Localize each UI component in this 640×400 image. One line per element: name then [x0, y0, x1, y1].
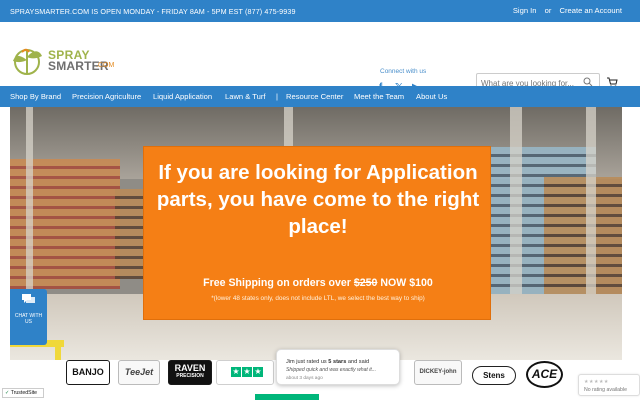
brand-logo-ace[interactable]: ACE [526, 361, 563, 388]
trustpilot-star-icon: ★ [231, 367, 241, 377]
review-notification-title: Jim just rated us 5 stars and said [286, 359, 396, 365]
nav-lawn-turf[interactable]: Lawn & Turf [225, 92, 266, 101]
trustpilot-star-icon: ★ [242, 367, 252, 377]
sign-in-link[interactable]: Sign In [513, 6, 537, 15]
top-announcement-bar: SPRAYSMARTER.COM IS OPEN MONDAY - FRIDAY… [0, 0, 640, 22]
far-right-shelving-rack [544, 177, 622, 309]
trustedsite-check-icon: ✓ [5, 390, 10, 396]
chat-icon [22, 294, 35, 303]
trustedsite-label: TrustedSite [10, 390, 38, 396]
brand-logo-raven[interactable]: RAVEN PRECISION [168, 360, 212, 385]
main-navigation: Shop By Brand Precision Agriculture Liqu… [0, 86, 640, 107]
or-text: or [544, 6, 552, 15]
brand-logo-stens[interactable]: Stens [472, 366, 516, 385]
account-links: Sign In or Create an Account [507, 6, 622, 15]
sprout-logo-icon [13, 48, 42, 75]
hero-message-panel: If you are looking for Application parts… [143, 146, 491, 320]
nav-precision-agriculture[interactable]: Precision Agriculture [72, 92, 141, 101]
raven-title: RAVEN [174, 363, 206, 373]
brand-logo-teejet[interactable]: TeeJet [118, 360, 160, 385]
old-shipping-threshold: $250 [353, 277, 378, 289]
nav-about-us[interactable]: About Us [416, 92, 447, 101]
hero-headline: If you are looking for Application parts… [156, 161, 480, 238]
create-account-link[interactable]: Create an Account [560, 6, 622, 15]
review-notification-popup[interactable]: Jim just rated us 5 stars and said Shipp… [276, 349, 400, 385]
trustedsite-badge[interactable]: ✓ TrustedSite [2, 388, 44, 398]
free-shipping-message: Free Shipping on orders over $250 NOW $1… [151, 277, 485, 289]
brand-logo-dickey-john[interactable]: DICKEY-john [414, 360, 462, 385]
raven-subtitle: PRECISION [176, 373, 204, 379]
trustpilot-star-icon: ★ [253, 367, 263, 377]
connect-with-us-label: Connect with us [380, 68, 427, 75]
rating-status: No rating available [584, 387, 627, 393]
spraysmarter-logo[interactable]: SPRAY SMARTER .COM [10, 44, 122, 78]
shipping-prefix: Free Shipping on orders over [203, 277, 351, 289]
store-hours-announcement: SPRAYSMARTER.COM IS OPEN MONDAY - FRIDAY… [10, 7, 296, 16]
chat-label: CHAT WITH US [14, 313, 43, 325]
chat-with-us-button[interactable]: CHAT WITH US [10, 289, 47, 345]
review-summary-card[interactable]: ★★★★★ No rating available [578, 374, 640, 396]
shipping-disclaimer: *(lower 48 states only, does not include… [211, 295, 425, 302]
empty-rating-stars-icon: ★★★★★ [584, 379, 609, 385]
trustpilot-stars-bar [255, 394, 319, 400]
site-header: SPRAY SMARTER .COM Connect with us f 𝕏 ▶ [0, 22, 640, 93]
nav-shop-by-brand[interactable]: Shop By Brand [10, 92, 61, 101]
nav-meet-the-team[interactable]: Meet the Team [354, 92, 404, 101]
nav-separator: | [276, 92, 278, 101]
brand-logo-banjo[interactable]: BANJO [66, 360, 110, 385]
review-time: about 3 days ago [286, 376, 323, 381]
review-quote: Shipped quick and was exactly what it... [286, 367, 377, 373]
hero-banner[interactable]: If you are looking for Application parts… [10, 107, 622, 373]
review-name-suffix: and said [347, 359, 370, 365]
review-rating: 5 stars [328, 359, 347, 365]
brand-logo-trustpilot[interactable]: ★ ★ ★ [216, 360, 274, 385]
review-name-prefix: Jim just rated us [286, 359, 327, 365]
logo-domain-suffix: .COM [96, 62, 115, 69]
nav-resource-center[interactable]: Resource Center [286, 92, 343, 101]
nav-liquid-application[interactable]: Liquid Application [153, 92, 212, 101]
page: SPRAYSMARTER.COM IS OPEN MONDAY - FRIDAY… [0, 0, 640, 400]
new-shipping-threshold: NOW $100 [380, 277, 433, 289]
